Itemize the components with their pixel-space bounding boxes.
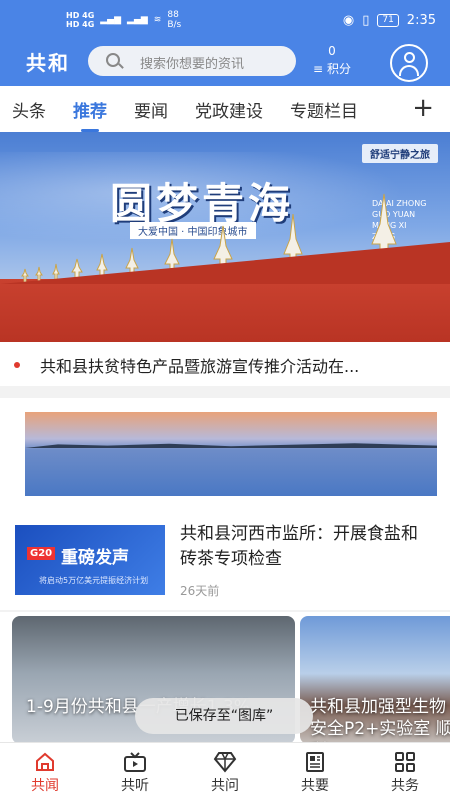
thumb-subtitle: 将启动5万亿美元提振经济计划 bbox=[39, 576, 149, 585]
search-icon bbox=[106, 53, 120, 67]
add-tab-icon[interactable]: + bbox=[412, 93, 434, 123]
nav-label: 共听 bbox=[121, 778, 149, 794]
news-time: 26天前 bbox=[180, 584, 220, 598]
newspaper-icon bbox=[306, 752, 324, 772]
channel-tabs: 头条 推荐 要闻 党政建设 专题栏目 + bbox=[0, 86, 450, 132]
nav-label: 共要 bbox=[301, 778, 329, 794]
signal-icon: ▂▄▆ bbox=[100, 15, 122, 25]
nav-item-listen[interactable]: 共听 bbox=[90, 743, 180, 800]
tab-special-topics[interactable]: 专题栏目 bbox=[290, 97, 358, 122]
network-top: HD 4G bbox=[66, 11, 95, 20]
headline-dot bbox=[14, 362, 20, 368]
list-item[interactable]: G20 重磅发声 将启动5万亿美元提振经济计划 共和县河西市监所：开展食盐和砖茶… bbox=[0, 510, 450, 610]
avatar[interactable] bbox=[390, 44, 428, 82]
user-head-icon bbox=[404, 52, 415, 63]
nav-item-ask[interactable]: 共问 bbox=[180, 743, 270, 800]
thumb-badge: G20 bbox=[27, 547, 56, 560]
tab-recommend[interactable]: 推荐 bbox=[73, 97, 107, 132]
bottom-nav: 共闻 共听 共问 共要 共务 bbox=[0, 742, 450, 800]
user-body-icon bbox=[399, 65, 419, 76]
network-indicators: HD 4G HD 4G ▂▄▆ ▂▄▆ ≋ 88 B/s bbox=[66, 10, 181, 30]
tab-headlines[interactable]: 头条 bbox=[12, 97, 46, 122]
banner-tag: 舒适宁静之旅 bbox=[362, 144, 438, 163]
grid-icon bbox=[395, 752, 415, 772]
nav-item-essentials[interactable]: 共要 bbox=[270, 743, 360, 800]
network-bottom: HD 4G bbox=[66, 20, 95, 29]
nav-label: 共务 bbox=[391, 778, 419, 794]
nav-item-home[interactable]: 共闻 bbox=[0, 743, 90, 800]
coins-icon: ≡ bbox=[313, 62, 324, 76]
battery-level: 71 bbox=[377, 14, 399, 27]
home-icon bbox=[36, 752, 54, 771]
vibrate-icon: ▯ bbox=[362, 13, 370, 28]
nav-label: 共闻 bbox=[31, 778, 59, 794]
status-bar: HD 4G HD 4G ▂▄▆ ▂▄▆ ≋ 88 B/s ◉ ▯ 71 2:35 bbox=[0, 0, 450, 40]
card-caption: 共和县加强型生物安全P2+实验室 顺利 bbox=[310, 697, 450, 744]
lake-image bbox=[25, 412, 437, 496]
thumb-title: 重磅发声 bbox=[61, 548, 129, 568]
search-input[interactable]: 搜索你想要的资讯 bbox=[88, 46, 296, 76]
network-speed-unit: B/s bbox=[167, 20, 182, 30]
points-value: 0 bbox=[328, 44, 336, 58]
app-header: 共和 搜索你想要的资讯 0 ≡ 积分 bbox=[0, 40, 450, 86]
image-card-lake[interactable] bbox=[0, 398, 450, 510]
clock: 2:35 bbox=[406, 13, 436, 28]
featured-banner[interactable]: 舒适宁静之旅 圆梦青海 大爱中国 · 中国印象城市 DA AI ZHONG GU… bbox=[0, 132, 450, 342]
tab-party-building[interactable]: 党政建设 bbox=[195, 97, 263, 122]
nav-label: 共问 bbox=[211, 778, 239, 794]
eye-icon: ◉ bbox=[342, 13, 355, 28]
nav-item-services[interactable]: 共务 bbox=[360, 743, 450, 800]
status-right: ◉ ▯ 71 2:35 bbox=[343, 13, 436, 28]
image-card[interactable]: 共和县加强型生物安全P2+实验室 顺利 bbox=[300, 616, 450, 744]
points-button[interactable]: 0 ≡ 积分 bbox=[310, 44, 354, 77]
news-thumbnail: G20 重磅发声 将启动5万亿美元提振经济计划 bbox=[15, 525, 165, 595]
headline-row[interactable]: 共和县扶贫特色产品暨旅游宣传推介活动在... bbox=[0, 342, 450, 386]
app-brand: 共和 bbox=[26, 51, 70, 75]
news-title: 共和县河西市监所：开展食盐和砖茶专项检查 bbox=[180, 524, 418, 569]
wifi-icon: ≋ bbox=[153, 15, 162, 25]
toast-message: 已保存至“图库” bbox=[135, 698, 313, 734]
diamond-icon bbox=[213, 752, 237, 773]
network-speed: 88 bbox=[167, 10, 179, 20]
tab-news[interactable]: 要闻 bbox=[134, 97, 168, 122]
headline-text: 共和县扶贫特色产品暨旅游宣传推介活动在... bbox=[40, 357, 360, 376]
points-label-text: 积分 bbox=[326, 62, 351, 76]
search-placeholder: 搜索你想要的资讯 bbox=[140, 57, 245, 72]
video-icon bbox=[124, 752, 146, 772]
stupa-illustration bbox=[0, 193, 450, 284]
points-label: ≡ 积分 bbox=[310, 60, 354, 77]
signal-icon-2: ▂▄▆ bbox=[127, 15, 148, 25]
